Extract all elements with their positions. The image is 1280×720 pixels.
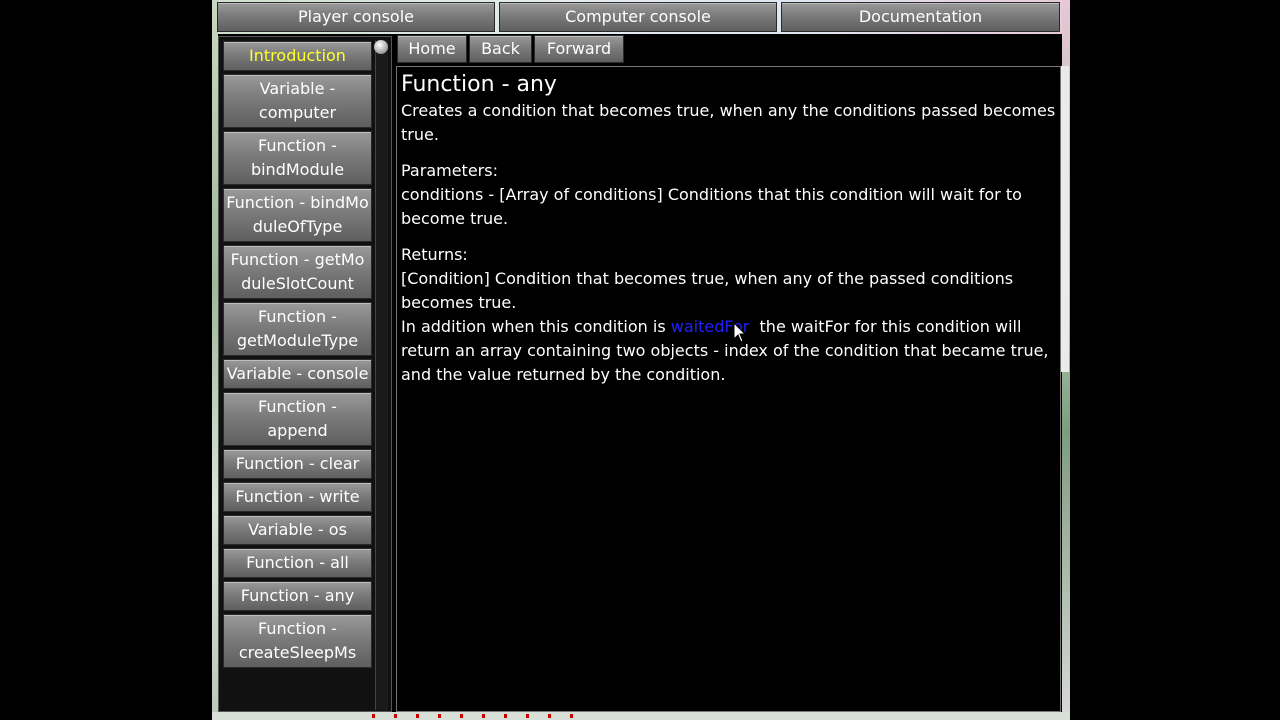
- tab-documentation[interactable]: Documentation: [781, 2, 1060, 32]
- doc-description: Creates a condition that becomes true, w…: [401, 101, 1056, 144]
- forward-button[interactable]: Forward: [534, 35, 624, 63]
- returns-text: [Condition] Condition that becomes true,…: [401, 269, 1014, 312]
- sidebar-item-variable-computer[interactable]: Variable - computer: [223, 74, 372, 128]
- sidebar-item-bindmodule[interactable]: Function - bindModule: [223, 131, 372, 185]
- content-scrollbar[interactable]: [1061, 66, 1069, 372]
- tab-computer-console[interactable]: Computer console: [499, 2, 777, 32]
- home-button[interactable]: Home: [397, 35, 467, 63]
- sidebar-item-all[interactable]: Function - all: [223, 548, 372, 578]
- tab-player-console[interactable]: Player console: [217, 2, 495, 32]
- sidebar-item-bindmoduleoftype[interactable]: Function - bindModuleOfType: [223, 188, 372, 242]
- sidebar-item-append[interactable]: Function - append: [223, 392, 372, 446]
- mouse-cursor-icon: [733, 322, 747, 343]
- doc-title: Function - any: [401, 72, 557, 97]
- sidebar-item-variable-os[interactable]: Variable - os: [223, 515, 372, 545]
- addition-before: In addition when this condition is: [401, 317, 671, 336]
- doc-sidebar: Introduction Variable - computer Functio…: [218, 36, 392, 712]
- doc-content-panel: Function - any Creates a condition that …: [396, 66, 1061, 712]
- sidebar-item-getmoduleslotcount[interactable]: Function - getModuleSlotCount: [223, 245, 372, 299]
- background-bottom: [212, 712, 1070, 720]
- sidebar-scrollbar[interactable]: [375, 40, 388, 710]
- addition-text: In addition when this condition is waite…: [401, 315, 1057, 387]
- sidebar-item-write[interactable]: Function - write: [223, 482, 372, 512]
- sidebar-scroll-thumb[interactable]: [374, 40, 388, 54]
- sidebar-item-createsleepms[interactable]: Function - createSleepMs: [223, 614, 372, 668]
- parameters-text: conditions - [Array of conditions] Condi…: [401, 185, 1022, 228]
- sidebar-item-getmoduletype[interactable]: Function - getModuleType: [223, 302, 372, 356]
- hotbar-markers: [372, 714, 582, 718]
- sidebar-item-introduction[interactable]: Introduction: [223, 41, 372, 71]
- sidebar-item-clear[interactable]: Function - clear: [223, 449, 372, 479]
- sidebar-list: Introduction Variable - computer Functio…: [223, 41, 372, 671]
- parameters-heading: Parameters:: [401, 161, 498, 180]
- returns-heading: Returns:: [401, 245, 468, 264]
- sidebar-item-any[interactable]: Function - any: [223, 581, 372, 611]
- sidebar-item-variable-console[interactable]: Variable - console: [223, 359, 372, 389]
- back-button[interactable]: Back: [469, 35, 532, 63]
